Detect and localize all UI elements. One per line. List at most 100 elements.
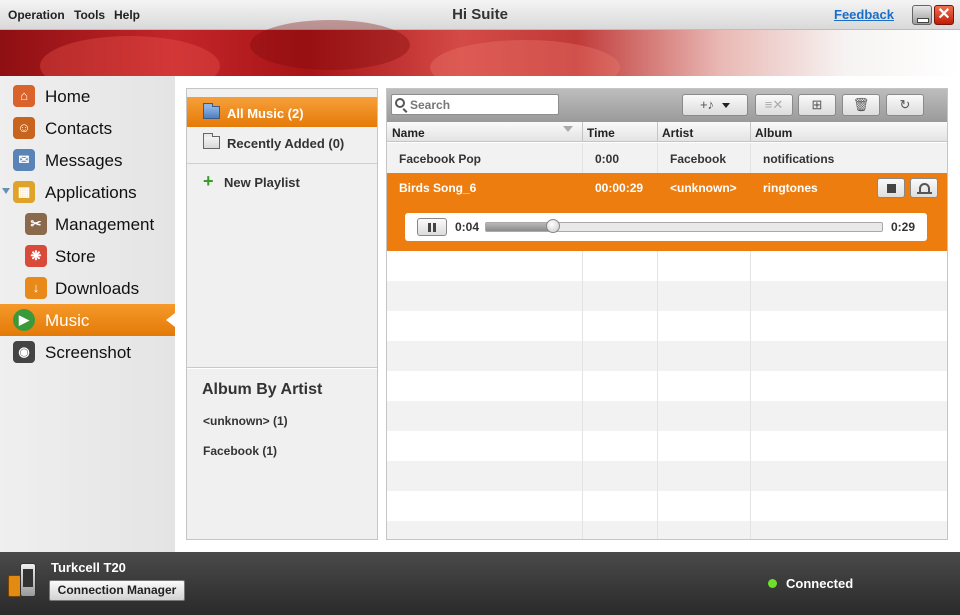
remove-from-list-button[interactable]: ≡✕ — [755, 94, 793, 116]
cell-artist: <unknown> — [670, 181, 737, 195]
seek-progress — [486, 223, 554, 231]
export-icon: ⊞ — [811, 97, 823, 112]
set-ringtone-button[interactable] — [910, 178, 938, 198]
chevron-down-icon — [722, 103, 731, 109]
library-panel: All Music (2) Recently Added (0) + New P… — [186, 88, 378, 540]
sidebar-item-music[interactable]: ▶ Music — [0, 304, 175, 336]
sidebar-item-label: Store — [55, 247, 96, 266]
column-name[interactable]: Name — [392, 126, 425, 140]
export-button[interactable]: ⊞ — [798, 94, 836, 116]
recently-added-item[interactable]: Recently Added (0) — [187, 127, 377, 157]
all-music-label: All Music (2) — [227, 106, 304, 121]
menu-help[interactable]: Help — [114, 8, 140, 22]
sidebar-item-label: Screenshot — [45, 343, 131, 362]
sidebar-item-management[interactable]: ✂ Management — [0, 208, 175, 240]
cell-artist: Facebook — [670, 152, 727, 166]
menu-operation[interactable]: Operation — [8, 8, 65, 22]
contacts-icon: ☺ — [13, 117, 35, 139]
table-row-selected[interactable]: Birds Song_6 00:00:29 <unknown> ringtone… — [387, 173, 947, 251]
search-input[interactable] — [410, 97, 555, 113]
column-time[interactable]: Time — [587, 126, 615, 140]
column-divider[interactable] — [750, 122, 751, 142]
album-item-unknown[interactable]: <unknown> (1) — [203, 414, 288, 428]
banner-decoration — [250, 20, 410, 70]
device-name: Turkcell T20 — [51, 560, 126, 575]
column-album[interactable]: Album — [755, 126, 792, 140]
sidebar-item-label: Applications — [45, 183, 137, 202]
phone-usb-icon — [8, 563, 40, 603]
add-music-button[interactable]: +♪ — [682, 94, 748, 116]
sidebar: ⌂ Home ☺ Contacts ✉ Messages ▦ Applicati… — [0, 76, 175, 552]
store-icon: ❋ — [25, 245, 47, 267]
screenshot-icon: ◉ — [13, 341, 35, 363]
sidebar-item-label: Home — [45, 87, 91, 106]
close-button[interactable]: ✕ — [934, 5, 954, 25]
refresh-icon: ↻ — [899, 97, 911, 112]
table-row-empty — [387, 371, 947, 401]
toolbar: +♪ ≡✕ ⊞ 🗑 ↻ — [387, 89, 947, 122]
cell-time: 0:00 — [595, 152, 620, 166]
new-playlist-label: New Playlist — [224, 175, 300, 190]
album-item-facebook[interactable]: Facebook (1) — [203, 444, 277, 458]
downloads-icon: ↓ — [25, 277, 47, 299]
sidebar-item-screenshot[interactable]: ◉ Screenshot — [0, 336, 175, 368]
music-icon: ▶ — [13, 309, 35, 331]
cell-time: 00:00:29 — [595, 181, 644, 195]
pause-button[interactable] — [417, 218, 447, 236]
new-playlist-button[interactable]: + New Playlist — [187, 169, 377, 195]
divider — [187, 367, 377, 369]
connection-manager-button[interactable]: Connection Manager — [49, 580, 185, 601]
messages-icon: ✉ — [13, 149, 35, 171]
cell-album: ringtones — [763, 181, 818, 195]
column-artist[interactable]: Artist — [662, 126, 693, 140]
delete-button[interactable]: 🗑 — [842, 94, 880, 116]
music-table-panel: +♪ ≡✕ ⊞ 🗑 ↻ Name Time Artist Album Faceb… — [386, 88, 948, 540]
sidebar-item-contacts[interactable]: ☺ Contacts — [0, 112, 175, 144]
table-header: Name Time Artist Album — [387, 122, 947, 142]
management-icon: ✂ — [25, 213, 47, 235]
plus-icon: + — [203, 171, 214, 191]
sort-icon[interactable] — [563, 126, 573, 132]
sidebar-item-label: Messages — [45, 151, 123, 170]
refresh-button[interactable]: ↻ — [886, 94, 924, 116]
stop-button[interactable] — [877, 178, 905, 198]
connection-status-text: Connected — [786, 576, 854, 591]
audio-player: 0:04 0:29 — [405, 213, 927, 241]
elapsed-time: 0:04 — [455, 220, 480, 234]
sidebar-item-downloads[interactable]: ↓ Downloads — [0, 272, 175, 304]
table-row-empty — [387, 311, 947, 341]
table-row-empty — [387, 251, 947, 281]
all-music-item[interactable]: All Music (2) — [187, 97, 377, 127]
remove-list-icon: ≡✕ — [764, 97, 784, 112]
sidebar-item-store[interactable]: ❋ Store — [0, 240, 175, 272]
folder-icon — [203, 103, 220, 119]
sidebar-item-messages[interactable]: ✉ Messages — [0, 144, 175, 176]
table-row-empty — [387, 491, 947, 521]
sidebar-item-home[interactable]: ⌂ Home — [0, 80, 175, 112]
menu-tools[interactable]: Tools — [74, 8, 105, 22]
recently-added-label: Recently Added (0) — [227, 136, 345, 151]
feedback-link[interactable]: Feedback — [834, 7, 894, 22]
divider — [187, 163, 377, 164]
seek-handle[interactable] — [546, 219, 561, 233]
sidebar-item-label: Downloads — [55, 279, 140, 298]
minimize-button[interactable] — [912, 5, 932, 25]
bell-icon — [917, 183, 932, 194]
column-divider[interactable] — [657, 122, 658, 142]
table-row[interactable]: Facebook Pop 0:00 Facebook notifications — [387, 143, 947, 173]
app-title: Hi Suite — [452, 6, 508, 23]
sidebar-item-applications[interactable]: ▦ Applications — [0, 176, 175, 208]
phone-screen — [23, 569, 33, 587]
cell-album: notifications — [763, 152, 835, 166]
table-row-empty — [387, 461, 947, 491]
active-indicator — [166, 313, 175, 327]
seek-slider[interactable] — [485, 219, 883, 233]
cell-name: Facebook Pop — [399, 152, 482, 166]
home-icon: ⌂ — [13, 85, 35, 107]
expand-arrow-icon[interactable] — [2, 188, 10, 194]
sidebar-item-label: Management — [55, 215, 155, 234]
column-divider[interactable] — [582, 122, 583, 142]
pause-icon — [428, 223, 436, 232]
connection-status-icon — [768, 579, 777, 588]
search-box[interactable] — [391, 94, 559, 115]
